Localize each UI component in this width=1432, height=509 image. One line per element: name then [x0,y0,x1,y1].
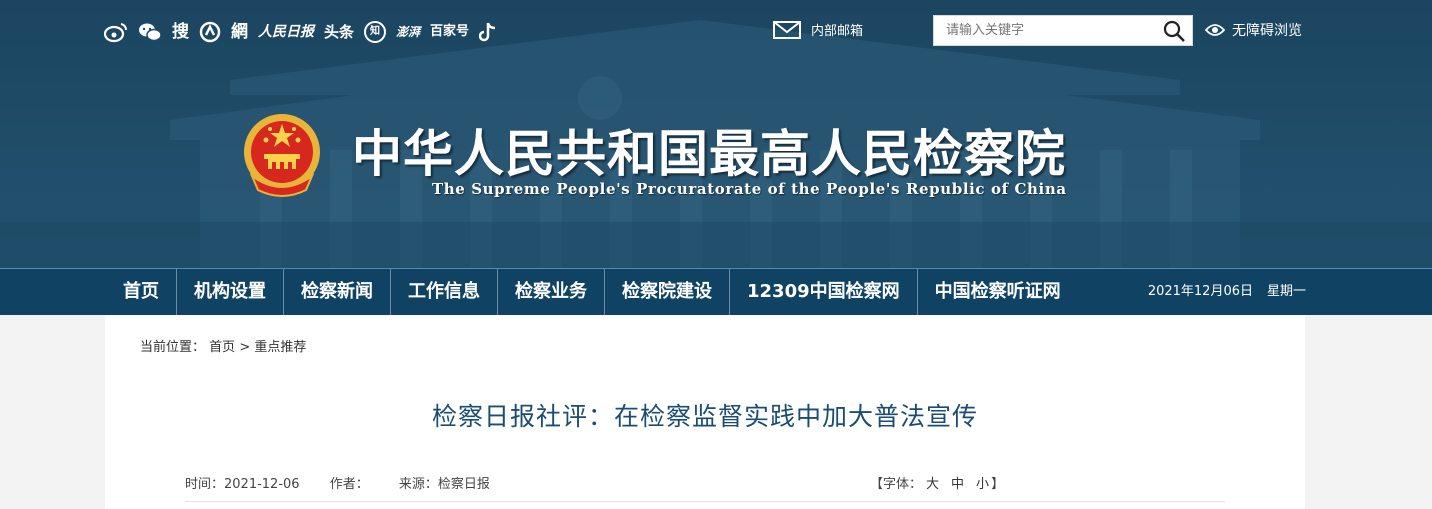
nav-item-organization[interactable]: 机构设置 [177,269,284,315]
current-date: 2021年12月06日 星期一 [1148,269,1306,315]
nav-item-hearing[interactable]: 中国检察听证网 [918,269,1078,315]
thepaper-icon[interactable]: 澎湃 [396,19,420,45]
zhihu-icon[interactable]: 知 [364,21,387,43]
font-size-close: 】 [991,477,1005,492]
font-size-switcher: 【字体：大中小】 [870,473,1004,492]
article-author: 作者： [329,477,369,492]
toutiao-icon[interactable]: 头条 [324,19,354,45]
search-icon[interactable] [1162,19,1186,43]
main-nav: 首页 机构设置 检察新闻 工作信息 检察业务 检察院建设 12309中国检察网 … [0,268,1432,315]
nav-list: 首页 机构设置 检察新闻 工作信息 检察业务 检察院建设 12309中国检察网 … [106,269,1078,315]
accessibility-link[interactable]: 无障碍浏览 [1205,20,1302,40]
search-box [933,15,1193,46]
search-input[interactable] [944,22,1148,39]
mail-label: 内部邮箱 [811,24,864,39]
social-links: 搜 網 人民日报 头条 知 澎湃 百家号 [104,19,497,45]
internal-mail-link[interactable]: 内部邮箱 [773,20,863,39]
site-title: 中华人民共和国最高人民检察院 [352,124,1066,183]
baijiahao-icon[interactable]: 百家号 [430,19,469,45]
mail-icon [773,20,801,39]
eye-icon [1205,24,1225,36]
site-title-english: The Supreme People's Procuratorate of th… [432,180,1067,198]
nav-item-construction[interactable]: 检察院建设 [605,269,730,315]
article-time: 时间：2021-12-06 [185,477,300,492]
top-bar: 搜 網 人民日报 头条 知 澎湃 百家号 内部邮箱 无障碍浏览 [104,15,1304,48]
font-size-label: 【字体： [870,477,923,492]
peoples-daily-icon[interactable]: 人民日报 [258,19,314,45]
breadcrumb-separator: > [239,340,251,355]
weibo-icon[interactable] [104,21,128,43]
accessibility-label: 无障碍浏览 [1232,23,1302,39]
meta-divider [185,501,1225,502]
netease-icon[interactable] [199,21,221,43]
nav-item-work-info[interactable]: 工作信息 [391,269,498,315]
article-meta: 时间：2021-12-06 作者： 来源：检察日报 [185,473,516,492]
breadcrumb-home[interactable]: 首页 [209,340,235,355]
breadcrumb: 当前位置： 首页 > 重点推荐 [140,336,306,355]
wechat-icon[interactable] [138,21,162,43]
wangyi-icon[interactable]: 網 [231,19,248,45]
breadcrumb-current[interactable]: 重点推荐 [254,340,306,355]
date-text: 2021年12月06日 [1147,284,1253,299]
nav-item-home[interactable]: 首页 [106,269,177,315]
font-size-large[interactable]: 大 [926,477,939,492]
douyin-icon[interactable] [479,21,497,43]
font-size-medium[interactable]: 中 [951,477,964,492]
font-size-small[interactable]: 小 [976,477,989,492]
weekday-text: 星期一 [1266,284,1306,299]
sohu-icon[interactable]: 搜 [172,19,189,45]
content-panel: 当前位置： 首页 > 重点推荐 检察日报社评：在检察监督实践中加大普法宣传 时间… [105,315,1305,509]
breadcrumb-prefix: 当前位置： [140,340,206,355]
article-source: 来源：检察日报 [398,477,490,492]
nav-item-business[interactable]: 检察业务 [498,269,605,315]
national-emblem-icon [244,114,320,197]
nav-item-news[interactable]: 检察新闻 [284,269,391,315]
article-title: 检察日报社评：在检察监督实践中加大普法宣传 [431,402,978,431]
nav-item-12309[interactable]: 12309中国检察网 [730,269,918,315]
site-header: 搜 網 人民日报 头条 知 澎湃 百家号 内部邮箱 无障碍浏览 [0,0,1432,268]
